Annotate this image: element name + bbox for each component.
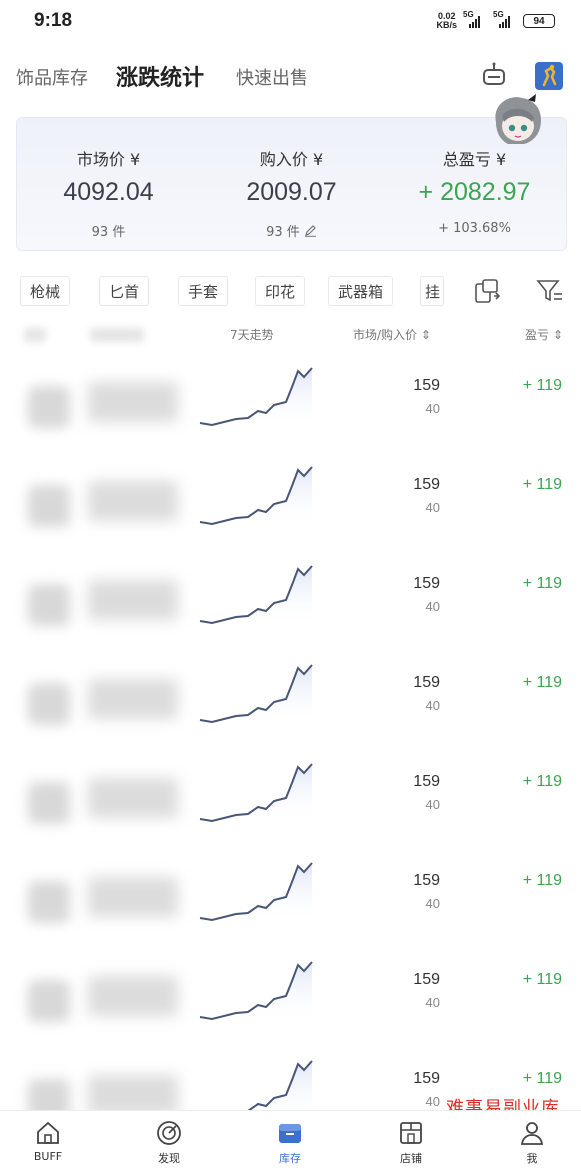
bottom-nav: BUFF 发现 库存 店铺 我 xyxy=(0,1110,581,1176)
sparkline-chart xyxy=(199,466,313,528)
market-price: 159 xyxy=(413,476,440,493)
nav-me[interactable]: 我 xyxy=(492,1119,572,1166)
signal-icon: 5G xyxy=(463,10,487,28)
column-header-blurred xyxy=(90,328,144,342)
item-thumbnail xyxy=(28,485,70,527)
category-filter-bar: 枪械 匕首 手套 印花 武器箱 挂 xyxy=(0,272,581,312)
profit-value: + 119 xyxy=(522,773,562,790)
filter-guns[interactable]: 枪械 xyxy=(20,276,71,306)
battery-icon: 94 xyxy=(523,14,555,28)
profit-value: + 119 xyxy=(522,377,562,394)
home-icon xyxy=(37,1121,59,1144)
item-thumbnail xyxy=(28,881,70,923)
shop-icon xyxy=(400,1122,422,1144)
summary-card: 市场价 ¥ 4092.04 93 件 购入价 ¥ 2009.07 93 件 总盈… xyxy=(16,117,567,251)
tab-quick-sell[interactable]: 快速出售 xyxy=(236,64,308,90)
item-name-blurred xyxy=(88,382,178,422)
filter-knives[interactable]: 匕首 xyxy=(99,276,150,306)
list-item[interactable]: 159 40 + 119 xyxy=(0,459,581,558)
item-thumbnail xyxy=(28,683,70,725)
status-bar: 9:18 0.02 KB/s 5G 5G 94 xyxy=(0,0,581,44)
layout-switch-icon[interactable] xyxy=(474,278,502,308)
purchase-price: 40 xyxy=(425,995,440,1010)
list-item[interactable]: 159 40 + 119 xyxy=(0,657,581,756)
item-name-blurred xyxy=(88,481,178,521)
sparkline-chart xyxy=(199,763,313,825)
filter-icon[interactable] xyxy=(536,278,564,308)
purchase-price: 40 xyxy=(425,599,440,614)
item-name-blurred xyxy=(88,679,178,719)
profile-icon xyxy=(520,1122,544,1145)
item-name-blurred xyxy=(88,778,178,818)
market-price-summary: 市场价 ¥ 4092.04 93 件 xyxy=(63,150,154,240)
item-name-blurred xyxy=(88,877,178,917)
column-header-price[interactable]: 市场/购入价 ⇕ xyxy=(353,326,431,343)
purchase-price: 40 xyxy=(425,698,440,713)
filter-more[interactable]: 挂 xyxy=(420,276,444,306)
edit-icon[interactable] xyxy=(304,224,317,241)
market-price: 159 xyxy=(413,971,440,988)
list-item[interactable]: 159 40 + 119 xyxy=(0,756,581,855)
item-name-blurred xyxy=(88,580,178,620)
nav-discover[interactable]: 发现 xyxy=(129,1119,209,1166)
market-price: 159 xyxy=(413,377,440,394)
filter-cases[interactable]: 武器箱 xyxy=(328,276,394,306)
profit-value: + 119 xyxy=(522,1070,562,1087)
sparkline-chart xyxy=(199,367,313,429)
market-price: 159 xyxy=(413,575,440,592)
game-logo-icon[interactable] xyxy=(535,62,563,94)
nav-inventory[interactable]: 库存 xyxy=(250,1119,330,1166)
signal-icon: 5G xyxy=(493,10,517,28)
item-thumbnail xyxy=(28,386,70,428)
sparkline-chart xyxy=(199,862,313,924)
column-header-blurred xyxy=(24,328,46,342)
list-item[interactable]: 159 40 + 119 xyxy=(0,954,581,1053)
item-thumbnail xyxy=(28,782,70,824)
item-name-blurred xyxy=(88,976,178,1016)
profit-value: + 119 xyxy=(522,674,562,691)
list-item[interactable]: 159 40 + 119 xyxy=(0,558,581,657)
purchase-price: 40 xyxy=(425,797,440,812)
tab-inventory[interactable]: 饰品库存 xyxy=(16,64,88,90)
purchase-price: 40 xyxy=(425,500,440,515)
list-item[interactable]: 159 40 + 119 xyxy=(0,360,581,459)
sparkline-chart xyxy=(199,565,313,627)
nav-buff[interactable]: BUFF xyxy=(8,1119,88,1163)
market-price: 159 xyxy=(413,1070,440,1087)
filter-stickers[interactable]: 印花 xyxy=(255,276,306,306)
purchase-price: 40 xyxy=(425,896,440,911)
profit-value: + 119 xyxy=(522,872,562,889)
column-header-trend: 7天走势 xyxy=(230,328,274,342)
market-price: 159 xyxy=(413,773,440,790)
item-thumbnail xyxy=(28,584,70,626)
market-price: 159 xyxy=(413,872,440,889)
discover-icon xyxy=(157,1121,181,1145)
profit-value: + 119 xyxy=(522,971,562,988)
column-header-profit[interactable]: 盈亏 ⇕ xyxy=(525,326,563,343)
purchase-price-summary: 购入价 ¥ 2009.07 93 件 xyxy=(246,150,337,241)
inventory-icon xyxy=(279,1124,301,1143)
sparkline-chart xyxy=(199,664,313,726)
status-icons: 0.02 KB/s 5G 5G 94 xyxy=(436,10,555,30)
list-item[interactable]: 159 40 + 119 xyxy=(0,855,581,954)
purchase-price: 40 xyxy=(425,401,440,416)
purchase-price: 40 xyxy=(425,1094,440,1109)
avatar[interactable] xyxy=(488,92,548,148)
item-name-blurred xyxy=(88,1075,178,1115)
net-speed: 0.02 KB/s xyxy=(436,11,457,30)
tab-price-stats[interactable]: 涨跌统计 xyxy=(116,60,204,92)
sparkline-chart xyxy=(199,961,313,1023)
profit-value: + 119 xyxy=(522,476,562,493)
status-time: 9:18 xyxy=(34,10,73,31)
robot-icon[interactable] xyxy=(480,62,508,92)
profit-value: + 119 xyxy=(522,575,562,592)
nav-shop[interactable]: 店铺 xyxy=(371,1119,451,1166)
market-price: 159 xyxy=(413,674,440,691)
filter-gloves[interactable]: 手套 xyxy=(178,276,229,306)
item-thumbnail xyxy=(28,980,70,1022)
